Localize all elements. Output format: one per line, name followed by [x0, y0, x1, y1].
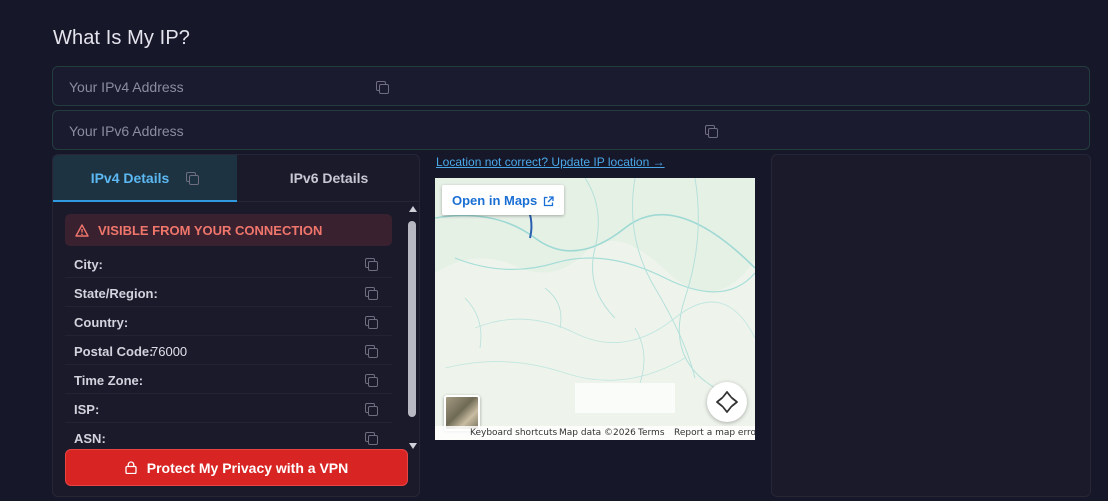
- copy-ipv4-details-icon[interactable]: [185, 170, 200, 185]
- copy-asn-icon[interactable]: [364, 431, 378, 445]
- open-in-maps-label: Open in Maps: [452, 192, 538, 208]
- details-scrollbar[interactable]: [407, 204, 419, 449]
- map-data-text: Map data ©2026: [559, 428, 636, 438]
- detail-row-isp: ISP:: [65, 394, 392, 423]
- copy-ipv4-icon[interactable]: [375, 80, 389, 94]
- copy-country-icon[interactable]: [364, 315, 378, 329]
- details-list: City: State/Region: Country: Postal Code…: [65, 249, 392, 452]
- copy-time-zone-icon[interactable]: [364, 373, 378, 387]
- detail-key: City:: [74, 257, 103, 272]
- ip-details-panel: IPv4 Details IPv6 Details VISIBLE FROM Y…: [52, 154, 420, 497]
- tab-ipv6-details[interactable]: IPv6 Details: [237, 155, 419, 202]
- detail-row-country: Country:: [65, 307, 392, 336]
- scroll-down-arrow-icon[interactable]: [409, 443, 417, 449]
- warning-triangle-icon: [75, 223, 89, 237]
- external-link-icon: [543, 195, 554, 206]
- detail-key: ISP:: [74, 402, 100, 417]
- update-ip-location-link[interactable]: Location not correct? Update IP location…: [436, 155, 665, 169]
- keyboard-shortcuts-link[interactable]: Keyboard shortcuts: [470, 428, 557, 438]
- detail-row-city: City:: [65, 249, 392, 278]
- tab-ipv6-label: IPv6 Details: [289, 170, 369, 186]
- lock-icon: [125, 461, 137, 475]
- detail-row-postal-code: Postal Code: 76000: [65, 336, 392, 365]
- copy-isp-icon[interactable]: [364, 402, 378, 416]
- detail-key: State/Region:: [74, 286, 158, 301]
- pan-control-icon[interactable]: [707, 382, 747, 422]
- ipv4-address-field[interactable]: Your IPv4 Address: [52, 66, 1090, 106]
- detail-key: Country:: [74, 315, 129, 330]
- tab-ipv4-label: IPv4 Details: [90, 169, 170, 186]
- detail-row-asn: ASN:: [65, 423, 392, 452]
- detail-key: ASN:: [74, 431, 106, 446]
- vpn-button-label: Protect My Privacy with a VPN: [146, 459, 349, 476]
- terms-link[interactable]: Terms: [638, 428, 665, 438]
- copy-postal-code-icon[interactable]: [364, 344, 378, 358]
- scroll-up-arrow-icon[interactable]: [409, 206, 417, 212]
- page-title: What Is My IP?: [53, 27, 190, 49]
- copy-state-icon[interactable]: [364, 286, 378, 300]
- ipv6-address-label: Your IPv6 Address: [69, 123, 184, 139]
- open-in-maps-button[interactable]: Open in Maps: [442, 185, 565, 215]
- copy-ipv6-icon[interactable]: [704, 124, 718, 138]
- detail-key: Postal Code:: [74, 344, 154, 359]
- scrollbar-thumb[interactable]: [408, 221, 416, 417]
- visibility-warning-badge: VISIBLE FROM YOUR CONNECTION: [65, 214, 392, 246]
- detail-row-state: State/Region:: [65, 278, 392, 307]
- ad-placeholder-panel: [771, 154, 1091, 497]
- ipv4-address-label: Your IPv4 Address: [69, 79, 184, 95]
- detail-value: 76000: [151, 344, 188, 359]
- detail-key: Time Zone:: [74, 373, 144, 388]
- map-attribution-bar: Keyboard shortcuts Map data ©2026 Terms …: [435, 426, 755, 440]
- warning-text: VISIBLE FROM YOUR CONNECTION: [98, 222, 323, 238]
- copy-city-icon[interactable]: [364, 257, 378, 271]
- details-tabs: IPv4 Details IPv6 Details: [53, 155, 419, 202]
- tab-ipv4-details[interactable]: IPv4 Details: [53, 155, 237, 202]
- ipv6-address-field[interactable]: Your IPv6 Address: [52, 110, 1090, 150]
- report-map-error-link[interactable]: Report a map error: [674, 428, 755, 438]
- location-map[interactable]: Open in Maps Keyboard shortcuts Map data…: [435, 178, 755, 440]
- protect-privacy-vpn-button[interactable]: Protect My Privacy with a VPN: [65, 449, 408, 486]
- detail-row-time-zone: Time Zone:: [65, 365, 392, 394]
